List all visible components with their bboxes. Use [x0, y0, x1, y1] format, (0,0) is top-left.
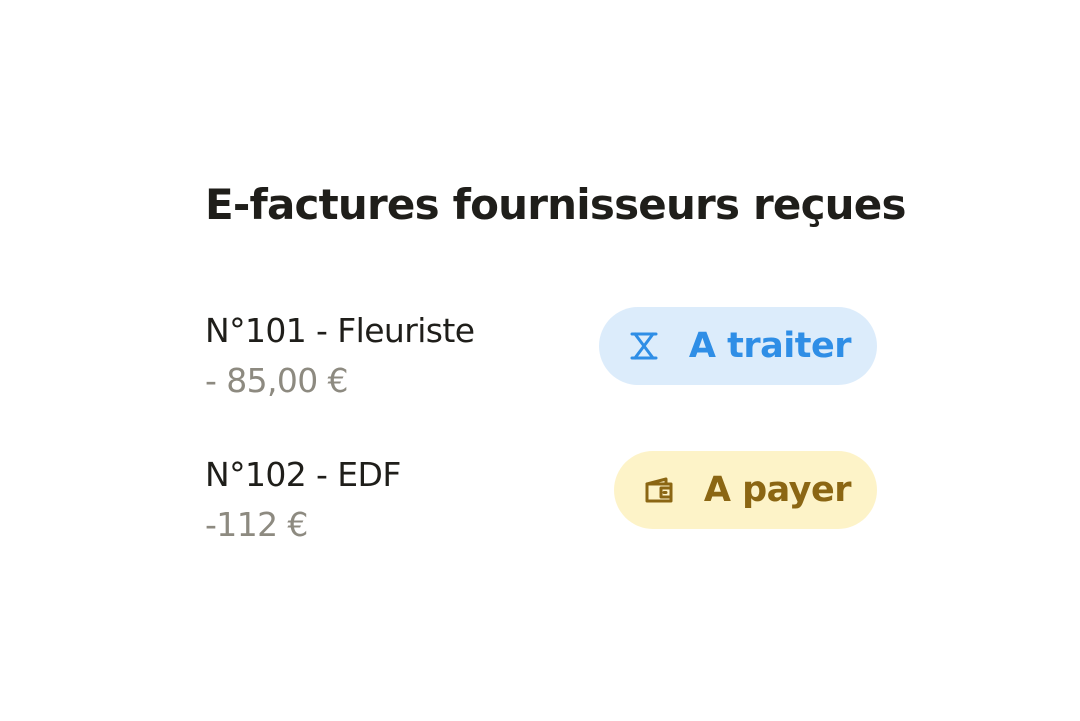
invoice-amount: -112 € — [205, 505, 308, 544]
status-badge-a-payer[interactable]: A payer — [613, 451, 877, 529]
invoice-amount: - 85,00 € — [205, 361, 349, 400]
wallet-icon — [644, 475, 674, 505]
invoice-name: N°102 - EDF — [205, 455, 401, 494]
invoice-name: N°101 - Fleuriste — [205, 311, 475, 350]
status-badge-a-traiter[interactable]: A traiter — [598, 307, 877, 385]
status-badge-label: A payer — [703, 470, 852, 510]
invoice-row[interactable]: N°102 - EDF -112 € A payer — [205, 451, 877, 544]
invoice-row[interactable]: N°101 - Fleuriste - 85,00 € A traiter — [205, 307, 877, 400]
received-invoices-panel: E-factures fournisseurs reçues N°101 - F… — [205, 176, 906, 544]
status-badge-label: A traiter — [688, 326, 852, 366]
hourglass-icon — [629, 331, 659, 361]
page-title: E-factures fournisseurs reçues — [205, 180, 906, 229]
